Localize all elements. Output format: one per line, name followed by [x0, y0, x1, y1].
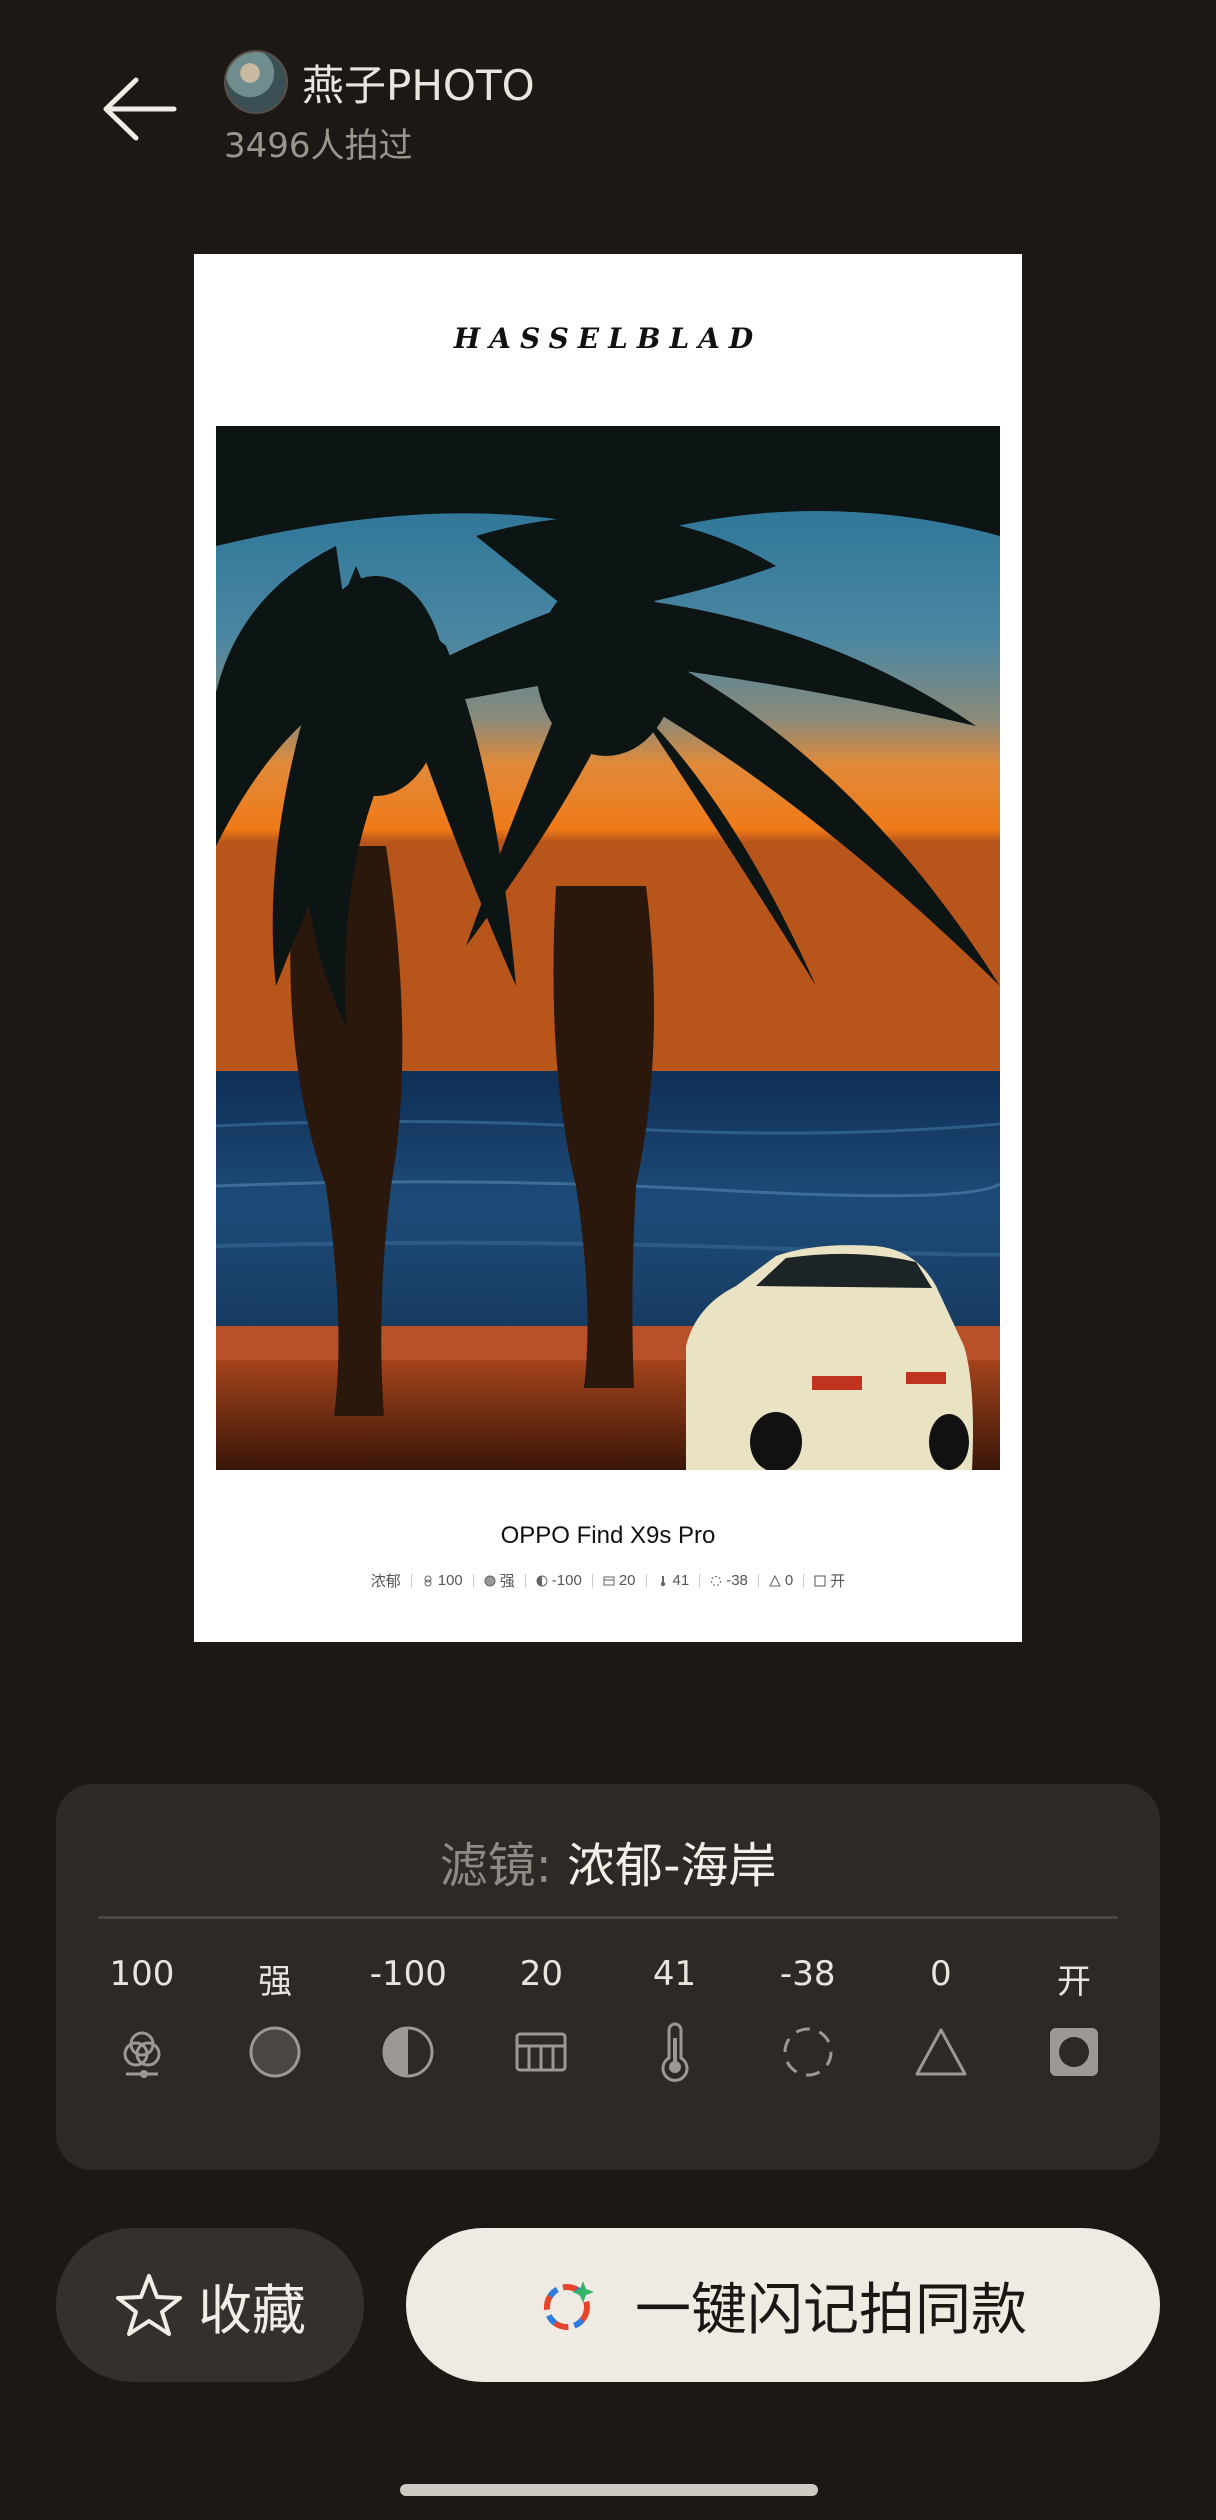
photo-frame: HASSELBLAD OPPO Find X9s Pro 浓郁 100 强 -1…: [194, 254, 1022, 1642]
param-6: -38: [742, 1954, 874, 2082]
grid-bars-icon: [603, 1576, 615, 1585]
divider: [98, 1916, 1118, 1919]
sparkle-icon: [544, 2281, 594, 2330]
filter-panel: 滤镜: 浓郁-海岸 100 强 -100 20 41 -38 0 开: [56, 1784, 1160, 2170]
sample-photo: [216, 426, 1000, 1470]
favorite-label: 收藏: [198, 2278, 306, 2342]
preview-param-8: 开: [804, 1570, 855, 1591]
preview-param-7: 0: [759, 1572, 803, 1589]
preview-param-4: 20: [593, 1572, 646, 1589]
home-indicator[interactable]: [400, 2484, 818, 2496]
param-1: 100: [76, 1954, 208, 2082]
shoot-same-button[interactable]: 一键闪记拍同款: [406, 2228, 1160, 2382]
vignette-icon: [814, 1575, 826, 1586]
half-contrast-icon: [382, 2026, 434, 2078]
preview-param-5: 41: [647, 1572, 700, 1589]
preview-param-3: -100: [526, 1572, 592, 1589]
author-avatar[interactable]: [224, 50, 288, 114]
param-3: -100: [342, 1954, 474, 2082]
arrow-left-icon: [103, 77, 177, 141]
param-5: 41: [609, 1954, 741, 2082]
triangle-icon: [769, 1574, 781, 1586]
thermometer-icon: [661, 2022, 689, 2082]
favorite-button[interactable]: 收藏: [56, 2228, 364, 2382]
filter-params: 100 强 -100 20 41 -38 0 开: [76, 1954, 1140, 2082]
star-icon: [116, 2274, 182, 2336]
param-2: 强: [209, 1954, 341, 2082]
param-7: 0: [875, 1954, 1007, 2082]
author-name[interactable]: 燕子PHOTO: [302, 52, 535, 113]
brand-logo: HASSELBLAD: [453, 322, 763, 355]
param-4: 20: [475, 1954, 607, 2082]
filter-title: 滤镜: 浓郁-海岸: [56, 1826, 1160, 1896]
preview-param-row: 浓郁 100 强 -100 20 41 -38 0 开: [194, 1570, 1022, 1591]
dotted-circle-icon: [711, 1575, 722, 1586]
color-overlap-icon: [123, 2031, 161, 2078]
back-button[interactable]: [96, 66, 182, 152]
filter-name: 浓郁-海岸: [567, 1838, 777, 1894]
preview-param-1: 100: [412, 1572, 473, 1589]
dotted-circle-icon: [783, 2027, 833, 2077]
triangle-icon: [915, 2028, 967, 2076]
color-overlap-icon: [424, 1575, 432, 1586]
preview-style: 浓郁: [370, 1573, 401, 1590]
filter-label: 滤镜:: [439, 1838, 552, 1894]
circle-icon: [249, 2026, 301, 2078]
circle-icon: [484, 1575, 496, 1586]
camera-model: OPPO Find X9s Pro: [500, 1522, 716, 1549]
param-8: 开: [1008, 1954, 1140, 2082]
thermometer-icon: [660, 1575, 665, 1586]
shoot-same-label: 一键闪记拍同款: [635, 2277, 1027, 2343]
preview-param-6: -38: [700, 1572, 758, 1589]
half-contrast-icon: [536, 1575, 548, 1586]
grid-bars-icon: [515, 2032, 567, 2072]
preview-param-2: 强: [474, 1570, 525, 1591]
shot-count: 3496人拍过: [224, 126, 413, 166]
vignette-icon: [1049, 2028, 1098, 2076]
